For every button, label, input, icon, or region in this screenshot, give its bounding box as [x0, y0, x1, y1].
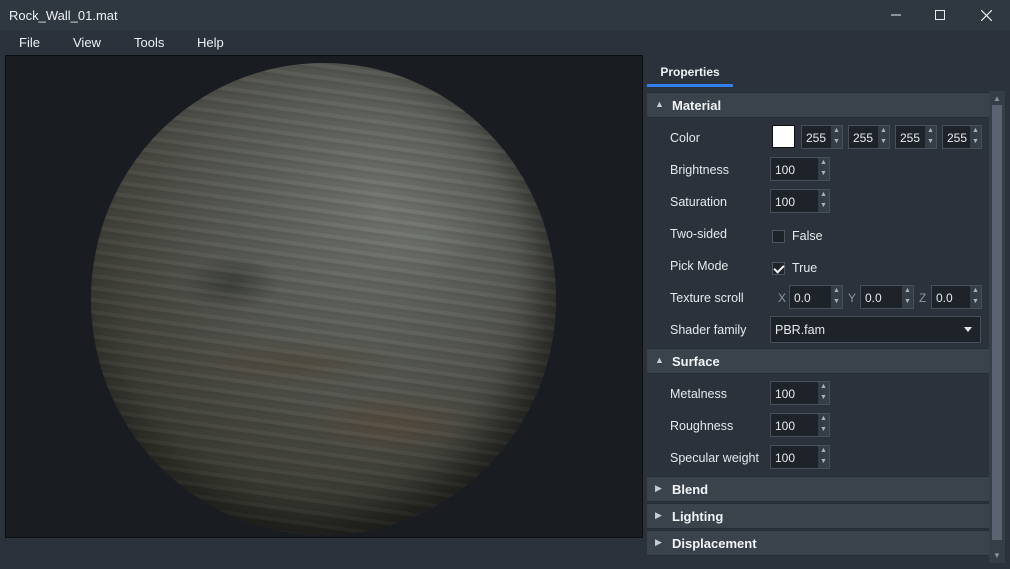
axis-x-label: X	[778, 291, 787, 305]
menu-file[interactable]: File	[19, 35, 40, 50]
section-label: Blend	[672, 482, 709, 497]
brightness-input[interactable]: 100 ▲ ▼	[770, 157, 830, 181]
chevron-down-icon	[964, 327, 972, 332]
specular-weight-label: Specular weight	[670, 451, 759, 465]
tab-active-indicator	[647, 84, 733, 87]
maximize-button[interactable]	[917, 0, 963, 30]
expand-arrow-icon: ▶	[655, 483, 662, 493]
two-sided-checkbox[interactable]	[772, 230, 785, 243]
scroll-up-icon[interactable]: ▲	[989, 92, 1005, 104]
menu-tools[interactable]: Tools	[134, 35, 164, 50]
rock-material-sphere	[91, 63, 556, 535]
two-sided-label: Two-sided	[670, 227, 727, 241]
two-sided-value: False	[792, 229, 823, 243]
section-label: Material	[672, 98, 722, 113]
saturation-label: Saturation	[670, 195, 727, 209]
metalness-input[interactable]: 100 ▲ ▼	[770, 381, 830, 405]
roughness-label: Roughness	[670, 419, 734, 433]
brightness-label: Brightness	[670, 163, 730, 177]
section-displacement-header[interactable]: ▶ Displacement	[647, 530, 989, 556]
viewport-footer	[5, 538, 643, 569]
color-g-input[interactable]: 255 ▲ ▼	[848, 125, 890, 149]
texture-scroll-y-input[interactable]: 0.0 ▲ ▼	[860, 285, 914, 309]
properties-scrollbar[interactable]: ▲ ▼	[989, 91, 1005, 563]
roughness-input[interactable]: 100 ▲ ▼	[770, 413, 830, 437]
color-a-input[interactable]: 255 ▲ ▼	[942, 125, 982, 149]
pick-mode-checkbox[interactable]	[772, 262, 785, 275]
collapse-arrow-icon: ▲	[655, 99, 664, 109]
section-surface-header[interactable]: ▲ Surface	[647, 348, 989, 374]
specular-weight-input[interactable]: 100 ▲ ▼	[770, 445, 830, 469]
axis-y-label: Y	[848, 291, 857, 305]
section-label: Lighting	[672, 509, 724, 524]
collapse-arrow-icon: ▲	[655, 355, 664, 365]
menu-view[interactable]: View	[73, 35, 101, 50]
expand-arrow-icon: ▶	[655, 510, 662, 520]
section-material-header[interactable]: ▲ Material	[647, 92, 989, 118]
scroll-thumb[interactable]	[992, 105, 1002, 540]
minimize-icon	[891, 14, 901, 16]
texture-scroll-z-input[interactable]: 0.0 ▲ ▼	[931, 285, 982, 309]
section-label: Displacement	[672, 536, 757, 551]
section-blend-header[interactable]: ▶ Blend	[647, 476, 989, 502]
texture-scroll-label: Texture scroll	[670, 291, 744, 305]
shader-family-dropdown[interactable]: PBR.fam	[770, 316, 981, 343]
color-swatch[interactable]	[772, 125, 795, 148]
color-label: Color	[670, 131, 700, 145]
menu-help[interactable]: Help	[197, 35, 224, 50]
axis-z-label: Z	[919, 291, 927, 305]
color-r-input[interactable]: 255 ▲ ▼	[801, 125, 843, 149]
maximize-icon	[935, 10, 945, 20]
title-bar: Rock_Wall_01.mat	[0, 0, 1010, 30]
pick-mode-value: True	[792, 261, 818, 275]
saturation-input[interactable]: 100 ▲ ▼	[770, 189, 830, 213]
color-b-input[interactable]: 255 ▲ ▼	[895, 125, 937, 149]
expand-arrow-icon: ▶	[655, 537, 662, 547]
window-title: Rock_Wall_01.mat	[9, 8, 118, 23]
close-button[interactable]	[963, 0, 1009, 30]
pick-mode-label: Pick Mode	[670, 259, 729, 273]
menu-bar: File View Tools Help	[0, 30, 1010, 55]
metalness-label: Metalness	[670, 387, 727, 401]
tab-properties[interactable]: Properties	[647, 62, 733, 86]
section-lighting-header[interactable]: ▶ Lighting	[647, 503, 989, 529]
texture-scroll-x-input[interactable]: 0.0 ▲ ▼	[789, 285, 843, 309]
close-icon	[980, 9, 992, 21]
properties-panel: ▲ Material Color 255 ▲ ▼ 255 ▲ ▼ 255 ▲ ▼ 255 ▲ ▼…	[647, 91, 989, 561]
scroll-down-icon[interactable]: ▼	[989, 549, 1005, 561]
section-label: Surface	[672, 354, 720, 369]
shader-family-label: Shader family	[670, 323, 747, 337]
minimize-button[interactable]	[873, 0, 919, 30]
material-preview-viewport[interactable]	[5, 55, 643, 538]
